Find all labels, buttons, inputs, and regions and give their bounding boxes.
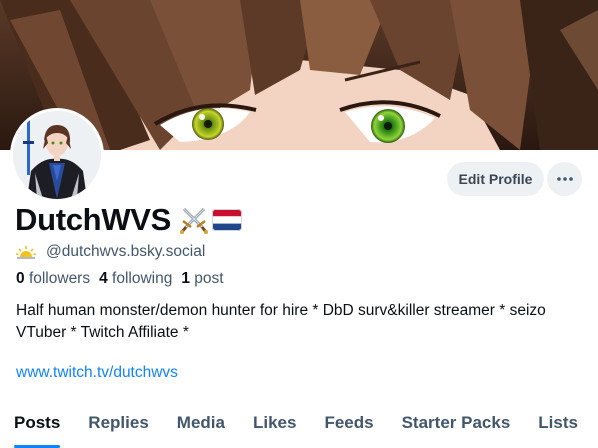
profile-stats: 0 followers 4 following 1 post <box>16 270 224 288</box>
handle-row: @dutchwvs.bsky.social <box>16 242 205 262</box>
more-options-button[interactable] <box>547 162 582 196</box>
tab-replies[interactable]: Replies <box>74 408 162 448</box>
sunrise-icon <box>16 246 36 259</box>
followers-link[interactable]: 0 followers <box>16 270 90 288</box>
profile-tabs: Posts Replies Media Likes Feeds Starter … <box>0 408 598 448</box>
tab-media[interactable]: Media <box>163 408 239 448</box>
posts-stat: 1 post <box>181 270 223 288</box>
followers-label: followers <box>28 270 91 287</box>
more-dots-icon <box>556 177 573 181</box>
edit-profile-button[interactable]: Edit Profile <box>447 162 544 196</box>
edit-profile-label: Edit Profile <box>458 171 533 187</box>
crossed-swords-icon <box>180 207 209 234</box>
netherlands-flag-icon <box>212 209 243 231</box>
display-name-row: DutchWVS <box>15 200 243 240</box>
posts-label: post <box>194 270 224 287</box>
profile-link[interactable]: www.twitch.tv/dutchwvs <box>16 364 178 382</box>
posts-count: 1 <box>181 270 190 287</box>
tab-feeds[interactable]: Feeds <box>310 408 387 448</box>
tab-likes[interactable]: Likes <box>239 408 310 448</box>
following-link[interactable]: 4 following <box>99 270 172 288</box>
display-name: DutchWVS <box>15 202 172 237</box>
profile-bio: Half human monster/demon hunter for hire… <box>16 302 546 341</box>
following-count: 4 <box>99 270 108 287</box>
following-label: following <box>112 270 173 287</box>
followers-count: 0 <box>16 270 25 287</box>
tab-lists[interactable]: Lists <box>524 408 592 448</box>
tab-posts[interactable]: Posts <box>0 408 74 448</box>
tab-starter-packs[interactable]: Starter Packs <box>388 408 525 448</box>
avatar[interactable] <box>10 108 104 202</box>
profile-handle: @dutchwvs.bsky.social <box>46 243 206 260</box>
